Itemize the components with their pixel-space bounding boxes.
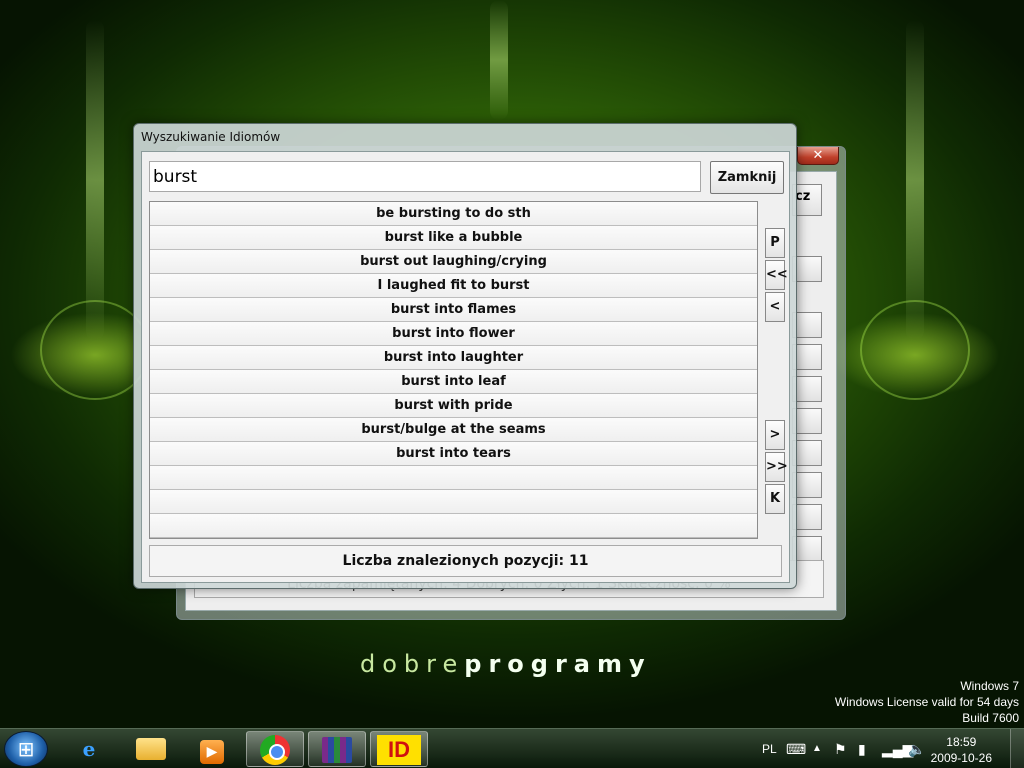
taskbar-id-app[interactable]: ID: [370, 731, 428, 767]
search-input[interactable]: [149, 161, 701, 192]
folder-icon: [136, 738, 166, 760]
result-row[interactable]: I laughed fit to burst: [150, 274, 757, 298]
result-row[interactable]: burst with pride: [150, 394, 757, 418]
close-button[interactable]: Zamknij: [710, 161, 784, 194]
result-row[interactable]: [150, 514, 757, 538]
taskbar-winrar[interactable]: [308, 731, 366, 767]
clock-date: 2009-10-26: [930, 751, 992, 765]
taskbar-explorer[interactable]: [122, 731, 180, 767]
nav-k-button[interactable]: K: [765, 484, 785, 514]
nav-p-button[interactable]: P: [765, 228, 785, 258]
windows-license: Windows License valid for 54 days: [834, 695, 1019, 709]
nav-prev-button[interactable]: <: [765, 292, 785, 322]
background-swirl: [860, 300, 970, 400]
result-row[interactable]: burst into laughter: [150, 346, 757, 370]
power-icon[interactable]: ▮: [858, 729, 866, 768]
background-close-button[interactable]: ✕: [797, 147, 839, 165]
media-player-icon: ▶: [200, 740, 224, 764]
result-row[interactable]: [150, 490, 757, 514]
idiom-search-dialog: Wyszukiwanie Idiomów Zamknij be bursting…: [133, 123, 797, 589]
id-app-icon: ID: [377, 735, 421, 765]
background-glow: [86, 20, 104, 340]
show-desktop-button[interactable]: [1010, 729, 1024, 768]
result-row[interactable]: burst like a bubble: [150, 226, 757, 250]
results-list: be bursting to do sth burst like a bubbl…: [149, 201, 758, 539]
clock-time: 18:59: [946, 735, 977, 749]
brand-part-b: programy: [464, 650, 652, 678]
system-clock[interactable]: 18:59 2009-10-26: [931, 734, 992, 766]
windows-license-watermark: Windows 7 Windows License valid for 54 d…: [835, 678, 1019, 726]
internet-explorer-icon: e: [82, 737, 96, 761]
windows-build: Build 7600: [962, 711, 1019, 725]
nav-next-button[interactable]: >: [765, 420, 785, 450]
result-row[interactable]: burst into tears: [150, 442, 757, 466]
result-row[interactable]: burst/bulge at the seams: [150, 418, 757, 442]
show-hidden-icons-arrow-icon[interactable]: ▲: [812, 729, 822, 768]
action-center-flag-icon[interactable]: ⚑: [834, 729, 847, 768]
result-row[interactable]: [150, 466, 757, 490]
nav-first-button[interactable]: <<: [765, 260, 788, 290]
background-glow: [490, 0, 508, 120]
result-row[interactable]: burst into leaf: [150, 370, 757, 394]
desktop-brand-logo: dobreprogramy: [360, 650, 652, 678]
dialog-title: Wyszukiwanie Idiomów: [141, 130, 281, 144]
result-row[interactable]: burst into flames: [150, 298, 757, 322]
windows-version: Windows 7: [960, 679, 1019, 693]
dialog-body: Zamknij be bursting to do sth burst like…: [141, 151, 790, 583]
background-glow: [906, 20, 924, 340]
chrome-icon: [260, 735, 290, 765]
taskbar-ie[interactable]: e: [60, 731, 118, 767]
volume-icon[interactable]: 🔈: [908, 729, 925, 768]
taskbar-media-player[interactable]: ▶: [183, 731, 241, 767]
brand-part-a: dobre: [360, 650, 465, 678]
result-row[interactable]: burst into flower: [150, 322, 757, 346]
taskbar-chrome[interactable]: [246, 731, 304, 767]
language-indicator[interactable]: PL: [762, 729, 777, 768]
start-button[interactable]: ⊞: [4, 731, 48, 767]
winrar-icon: [322, 737, 352, 763]
result-row[interactable]: be bursting to do sth: [150, 202, 757, 226]
result-row[interactable]: burst out laughing/crying: [150, 250, 757, 274]
nav-last-button[interactable]: >>: [765, 452, 788, 482]
result-count-bar: Liczba znalezionych pozycji: 11: [149, 545, 782, 577]
taskbar: ⊞ e ▶ ID PL ⌨ ▲ ⚑ ▮ ▂▄▆ 🔈 18:59 2009-10-…: [0, 728, 1024, 768]
keyboard-icon[interactable]: ⌨: [786, 729, 806, 768]
